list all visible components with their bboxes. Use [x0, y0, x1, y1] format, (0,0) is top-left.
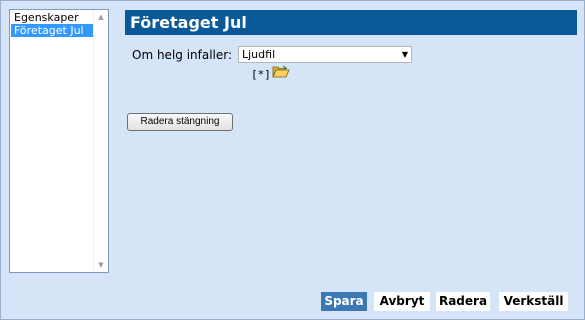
sidebar-item-foretaget-jul[interactable]: Företaget Jul: [11, 24, 94, 37]
tag-text: [*]: [251, 68, 271, 81]
folder-open-icon[interactable]: [272, 65, 290, 79]
sidebar-item-egenskaper[interactable]: Egenskaper: [11, 11, 94, 24]
sidebar-items: Egenskaper Företaget Jul: [11, 11, 94, 271]
scroll-down-icon[interactable]: ▼: [94, 258, 108, 272]
save-button[interactable]: Spara: [321, 292, 367, 311]
scroll-up-icon[interactable]: ▲: [94, 10, 108, 24]
delete-button[interactable]: Radera: [436, 292, 490, 311]
holiday-label: Om helg infaller:: [132, 48, 233, 62]
page-title: Företaget Jul: [125, 10, 577, 35]
sidebar-scrollbar[interactable]: ▲ ▼: [93, 10, 108, 272]
dialog-frame: Egenskaper Företaget Jul ▲ ▼ Företaget J…: [0, 0, 585, 320]
clear-closing-button[interactable]: Radera stängning: [127, 113, 233, 131]
holiday-select[interactable]: Ljudfil ▼: [238, 46, 412, 63]
cancel-button[interactable]: Avbryt: [374, 292, 430, 311]
apply-button[interactable]: Verkställ: [499, 292, 568, 311]
sidebar-list[interactable]: Egenskaper Företaget Jul ▲ ▼: [9, 9, 109, 273]
holiday-select-value: Ljudfil: [242, 48, 276, 61]
chevron-down-icon: ▼: [401, 50, 408, 59]
